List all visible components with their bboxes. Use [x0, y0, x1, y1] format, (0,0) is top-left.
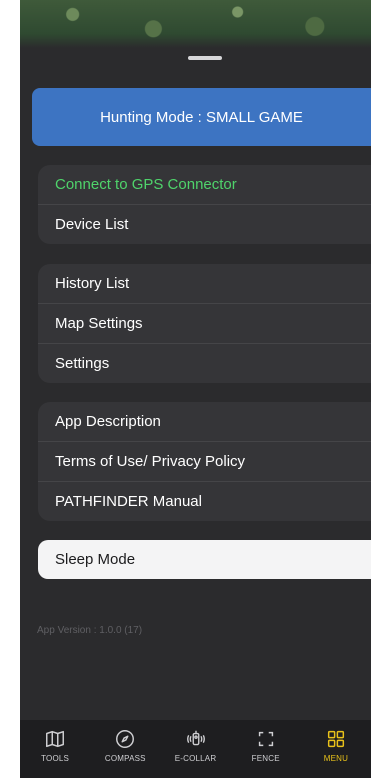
map-icon	[46, 730, 65, 748]
device-list-item[interactable]: Device List	[38, 205, 371, 244]
sleep-mode-label: Sleep Mode	[55, 551, 136, 568]
tab-compass[interactable]: COMPASS	[90, 720, 160, 778]
map-settings-item[interactable]: Map Settings	[38, 304, 371, 344]
grid-icon	[327, 730, 344, 748]
collar-icon	[186, 730, 205, 746]
tab-e-collar[interactable]: E-COLLAR	[160, 720, 230, 778]
tab-fence[interactable]: FENCE	[231, 720, 301, 778]
compass-icon	[116, 730, 135, 748]
terms-privacy-item[interactable]: Terms of Use/ Privacy Policy	[38, 442, 371, 482]
sleep-mode-button[interactable]: Sleep Mode	[38, 540, 371, 579]
menu-group-info: App Description Terms of Use/ Privacy Po…	[38, 402, 371, 521]
menu-group-history-settings: History List Map Settings Settings	[38, 264, 371, 383]
menu-sheet: Hunting Mode : SMALL GAME Connect to GPS…	[20, 0, 371, 778]
drag-handle[interactable]	[188, 56, 222, 60]
tab-menu[interactable]: MENU	[301, 720, 371, 778]
tab-compass-label: COMPASS	[104, 754, 146, 763]
menu-group-connection: Connect to GPS Connector Device List	[38, 165, 371, 244]
hunting-mode-button[interactable]: Hunting Mode : SMALL GAME	[32, 88, 371, 146]
bottom-tab-bar: TOOLS COMPASS E-COLLAR FENCE MENU	[20, 720, 371, 778]
map-preview[interactable]	[20, 0, 371, 48]
app-version-text: App Version : 1.0.0 (17)	[37, 625, 143, 636]
connect-gps-connector-item[interactable]: Connect to GPS Connector	[38, 165, 371, 205]
pathfinder-manual-item[interactable]: PATHFINDER Manual	[38, 482, 371, 521]
hunting-mode-label: Hunting Mode : SMALL GAME	[100, 108, 303, 126]
history-list-item[interactable]: History List	[38, 264, 371, 304]
tab-menu-label: MENU	[323, 754, 349, 763]
fence-icon	[258, 731, 273, 747]
app-description-item[interactable]: App Description	[38, 402, 371, 442]
tab-e-collar-label: E-COLLAR	[174, 754, 217, 763]
tab-tools-label: TOOLS	[41, 754, 70, 763]
tab-tools[interactable]: TOOLS	[20, 720, 90, 778]
settings-item[interactable]: Settings	[38, 344, 371, 383]
tab-fence-label: FENCE	[251, 754, 280, 763]
